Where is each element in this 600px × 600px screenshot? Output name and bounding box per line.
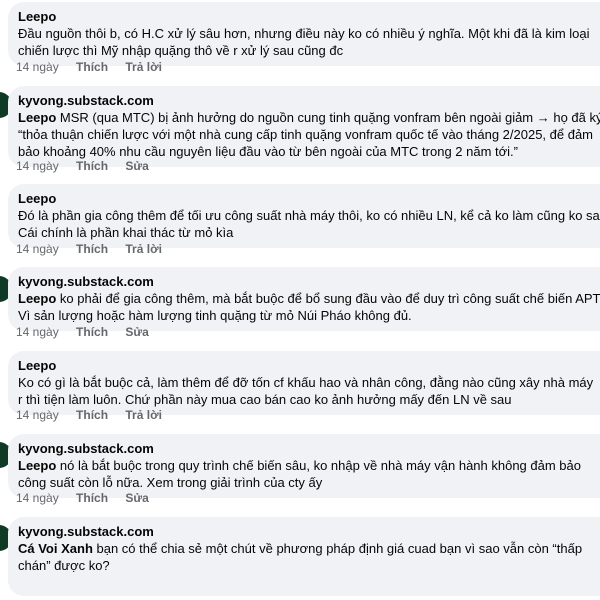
mention-link[interactable]: Leepo <box>18 291 56 306</box>
like-button[interactable]: Thích <box>76 491 108 505</box>
comment-text: bảo khoảng 40% nhu cầu nguyên liệu đầu v… <box>18 144 518 159</box>
reply-button[interactable]: Trả lời <box>125 408 162 422</box>
reply-button[interactable]: Trả lời <box>125 242 162 256</box>
comment-author[interactable]: kyvong.substack.com <box>18 440 600 457</box>
comment-bubble: kyvong.substack.com Leepo MSR (qua MTC) … <box>8 86 600 167</box>
comment-bubble: Leepo Ko có gì là bắt buộc cả, làm thêm … <box>8 351 600 415</box>
comment-meta: 14 ngày Thích Sửa <box>16 325 163 339</box>
comment-text: chiến lược thì Mỹ nhập quặng thô về r xử… <box>18 43 344 58</box>
comment-text: chán” được ko? <box>18 558 110 573</box>
comment-author[interactable]: kyvong.substack.com <box>18 92 600 109</box>
comment-meta: 14 ngày Thích Trả lời <box>16 60 176 74</box>
comment-text: Leepo ko phải để gia công thêm, mà bắt b… <box>18 290 600 307</box>
comment-text-span: ko phải để gia công thêm, mà bắt buộc để… <box>56 291 600 306</box>
comment-text: Đầu nguồn thôi b, có H.C xử lý sâu hơn, … <box>18 26 590 41</box>
comment-time[interactable]: 14 ngày <box>16 325 59 339</box>
comment-bubble: kyvong.substack.com Leepo ko phải để gia… <box>8 267 600 331</box>
comment-meta: 14 ngày Thích Trả lời <box>16 242 176 256</box>
comment-time[interactable]: 14 ngày <box>16 491 59 505</box>
comment-text-span: nó là bắt buộc trong quy trình chế biến … <box>56 458 581 473</box>
like-button[interactable]: Thích <box>76 242 108 256</box>
comment-time[interactable]: 14 ngày <box>16 159 59 173</box>
comment-time[interactable]: 14 ngày <box>16 242 59 256</box>
comment-time[interactable]: 14 ngày <box>16 408 59 422</box>
comment-author[interactable]: kyvong.substack.com <box>18 273 600 290</box>
reply-button[interactable]: Trả lời <box>125 60 162 74</box>
mention-link[interactable]: Leepo <box>18 110 56 125</box>
like-button[interactable]: Thích <box>76 159 108 173</box>
comment-text: Cá Voi Xanh bạn có thể chia sẻ một chút … <box>18 540 600 557</box>
like-button[interactable]: Thích <box>76 60 108 74</box>
comment-meta: 14 ngày Thích Sửa <box>16 491 163 505</box>
comment-author[interactable]: Leepo <box>18 357 600 374</box>
comment-text: Đó là phần gia công thêm để tối ưu công … <box>18 208 600 223</box>
comment-bubble: kyvong.substack.com Cá Voi Xanh bạn có t… <box>8 517 600 596</box>
comment-text: công suất còn lỗ nữa. Xem trong giải trì… <box>18 475 323 490</box>
comment-text: “thỏa thuận chiến lược với một nhà cung … <box>18 127 594 142</box>
edit-button[interactable]: Sửa <box>125 491 148 505</box>
comment-text: Leepo nó là bắt buộc trong quy trình chế… <box>18 457 600 474</box>
comment-author[interactable]: Leepo <box>18 190 600 207</box>
comment-author[interactable]: kyvong.substack.com <box>18 523 600 540</box>
comment-text: Ko có gì là bắt buộc cả, làm thêm để đỡ … <box>18 375 594 390</box>
like-button[interactable]: Thích <box>76 325 108 339</box>
comment-time[interactable]: 14 ngày <box>16 60 59 74</box>
comment-author[interactable]: Leepo <box>18 8 600 25</box>
comment-bubble: Leepo Đầu nguồn thôi b, có H.C xử lý sâu… <box>8 2 600 66</box>
comment-text: Cái chính là phần khai thác từ mỏ kìa <box>18 225 234 240</box>
edit-button[interactable]: Sửa <box>125 159 148 173</box>
edit-button[interactable]: Sửa <box>125 325 148 339</box>
comment-text: r thì tiện làm luôn. Chứ phần này mua ca… <box>18 392 512 407</box>
comment-meta: 14 ngày Thích Trả lời <box>16 408 176 422</box>
comment-text-span: bạn có thể chia sẻ một chút về phương ph… <box>92 541 583 556</box>
like-button[interactable]: Thích <box>76 408 108 422</box>
mention-link[interactable]: Leepo <box>18 458 56 473</box>
comment-text-span: MSR (qua MTC) bị ảnh hưởng do nguồn cung… <box>56 110 600 125</box>
mention-link[interactable]: Cá Voi Xanh <box>18 541 93 556</box>
comment-meta: 14 ngày Thích Sửa <box>16 159 163 173</box>
comment-bubble: kyvong.substack.com Leepo nó là bắt buộc… <box>8 434 600 498</box>
comment-text: Leepo MSR (qua MTC) bị ảnh hưởng do nguồ… <box>18 109 600 126</box>
comment-bubble: Leepo Đó là phần gia công thêm để tối ưu… <box>8 184 600 248</box>
comment-text: Vì sản lượng hoặc hàm lượng tinh quặng t… <box>18 308 412 323</box>
